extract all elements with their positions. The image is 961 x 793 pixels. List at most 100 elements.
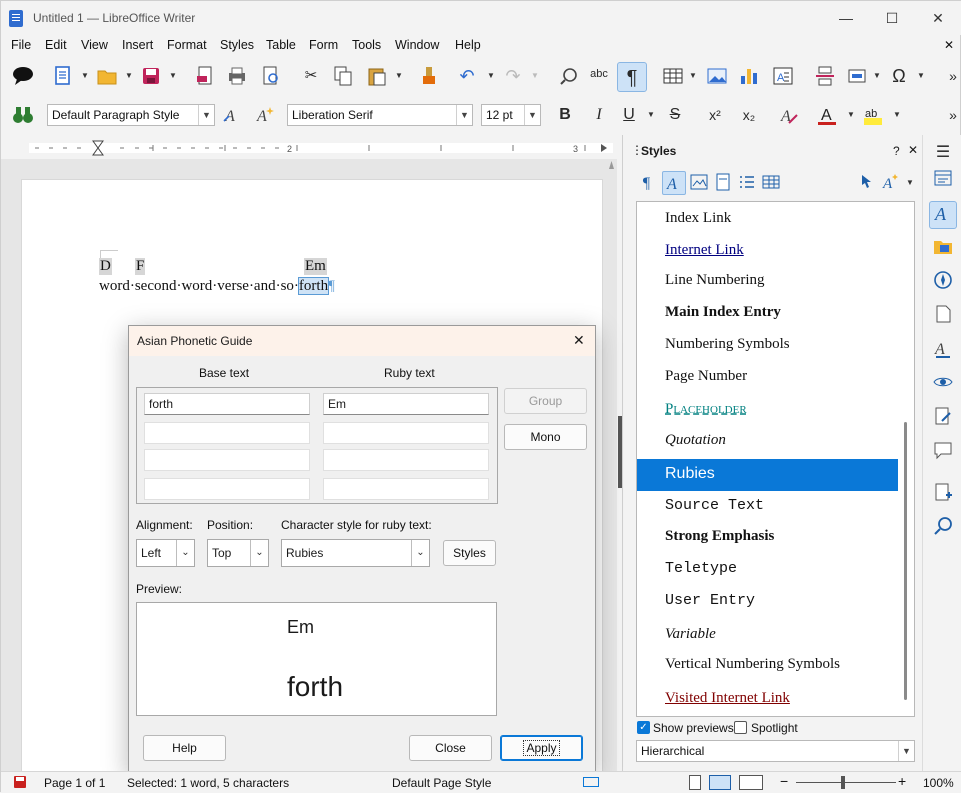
new-document-icon[interactable] (51, 64, 75, 88)
style-item-numbering-symbols[interactable]: Numbering Symbols (665, 336, 790, 353)
export-pdf-icon[interactable] (193, 64, 217, 88)
paste-icon[interactable] (365, 64, 389, 88)
comments-icon[interactable] (929, 439, 957, 467)
chevron-down-icon[interactable]: ▼ (456, 105, 472, 125)
strikethrough-button[interactable]: S (663, 103, 687, 127)
insert-table-icon[interactable] (661, 64, 685, 88)
style-item-source-text[interactable]: Source Text (665, 497, 764, 514)
save-dropdown-icon[interactable]: ▼ (169, 64, 177, 88)
insert-image-icon[interactable] (705, 64, 729, 88)
paragraph-styles-icon[interactable]: ¶ (638, 171, 662, 195)
menu-styles[interactable]: Styles (220, 38, 254, 52)
highlight-color-icon[interactable]: ab (861, 103, 885, 127)
open-dropdown-icon[interactable]: ▼ (125, 64, 133, 88)
close-window-button[interactable]: ✕ (915, 1, 961, 35)
style-item-quotation[interactable]: Quotation (665, 432, 726, 449)
formatting-marks-icon[interactable]: ¶ (617, 62, 647, 92)
font-name-combo[interactable]: Liberation Serif ▼ (287, 104, 473, 126)
zoom-slider-track[interactable] (796, 782, 896, 783)
redo-icon[interactable]: ↷ (501, 64, 525, 88)
italic-button[interactable]: I (587, 103, 611, 127)
insert-chart-icon[interactable] (737, 64, 761, 88)
chevron-down-icon[interactable]: ⌄ (250, 540, 268, 566)
chevron-down-icon[interactable]: ▼ (198, 105, 214, 125)
menu-insert[interactable]: Insert (122, 38, 153, 52)
page-count[interactable]: Page 1 of 1 (44, 776, 105, 790)
spelling-icon[interactable]: abc (587, 62, 611, 86)
close-document-button[interactable]: ✕ (944, 38, 954, 52)
close-button[interactable]: Close (409, 735, 492, 761)
new-dropdown-icon[interactable]: ▼ (81, 64, 89, 88)
clone-formatting-icon[interactable] (417, 64, 441, 88)
design-icon[interactable] (929, 481, 957, 509)
char-style-select[interactable]: Rubies ⌄ (281, 539, 430, 567)
cut-icon[interactable]: ✂ (299, 64, 323, 88)
style-actions-dropdown-icon[interactable]: ▼ (906, 171, 914, 195)
speech-bubble-icon[interactable] (11, 64, 35, 88)
style-item-vertical-numbering-symbols[interactable]: Vertical Numbering Symbols (665, 656, 840, 673)
spotlight-checkbox[interactable] (734, 721, 747, 734)
zoom-percentage[interactable]: 100% (923, 776, 954, 790)
open-folder-icon[interactable] (95, 64, 119, 88)
accessibility-check-icon[interactable] (929, 371, 957, 399)
menu-help[interactable]: Help (455, 38, 481, 52)
zoom-slider-handle[interactable] (841, 776, 845, 789)
subscript-button[interactable]: x₂ (737, 103, 761, 127)
page-styles-icon[interactable] (711, 171, 735, 195)
gallery-icon[interactable] (929, 235, 957, 263)
print-preview-icon[interactable] (259, 64, 283, 88)
binoculars-icon[interactable] (11, 103, 35, 127)
base-text-field-1[interactable]: forth (144, 393, 310, 415)
chevron-down-icon[interactable]: ▼ (524, 105, 540, 125)
insert-table-dropdown-icon[interactable]: ▼ (689, 64, 697, 88)
list-styles-icon[interactable] (735, 171, 759, 195)
styles-button[interactable]: Styles (443, 540, 496, 566)
undo-icon[interactable]: ↶ (455, 64, 479, 88)
navigator-icon[interactable] (929, 269, 957, 297)
toolbar-overflow-icon[interactable]: » (941, 64, 961, 88)
page-style-status[interactable]: Default Page Style (392, 776, 491, 790)
style-item-teletype[interactable]: Teletype (665, 560, 737, 577)
chevron-down-icon[interactable]: ⌄ (176, 540, 194, 566)
character-styles-icon[interactable]: A (662, 171, 686, 195)
style-item-visited-internet-link[interactable]: Visited Internet Link (665, 690, 790, 707)
scroll-up-icon[interactable] (609, 161, 614, 169)
style-item-variable[interactable]: Variable (665, 626, 716, 643)
minimize-button[interactable]: — (823, 1, 869, 35)
selected-word[interactable]: forth (297, 277, 330, 295)
menu-table[interactable]: Table (266, 38, 296, 52)
highlight-dropdown-icon[interactable]: ▼ (893, 103, 901, 127)
dialog-close-button[interactable]: ✕ (573, 332, 585, 349)
bold-button[interactable]: B (553, 103, 577, 127)
superscript-button[interactable]: x² (703, 103, 727, 127)
style-item-page-number[interactable]: Page Number (665, 368, 747, 385)
style-actions-icon[interactable]: A (879, 171, 903, 195)
base-text-field-4[interactable] (144, 478, 310, 500)
menu-tools[interactable]: Tools (352, 38, 381, 52)
show-previews-checkbox[interactable]: ✓ (637, 721, 650, 734)
format-toolbar-overflow-icon[interactable]: » (941, 103, 961, 127)
styles-list[interactable]: Index Link Internet Link Line Numbering … (636, 201, 915, 717)
style-item-main-index-entry[interactable]: Main Index Entry (665, 304, 781, 321)
menu-edit[interactable]: Edit (45, 38, 67, 52)
chevron-down-icon[interactable]: ▼ (898, 741, 914, 761)
undo-dropdown-icon[interactable]: ▼ (487, 64, 495, 88)
ruby-text-field-3[interactable] (323, 449, 489, 471)
underline-dropdown-icon[interactable]: ▼ (647, 103, 655, 127)
table-styles-icon[interactable] (759, 171, 783, 195)
paste-dropdown-icon[interactable]: ▼ (395, 64, 403, 88)
styles-help-button[interactable]: ? (893, 144, 900, 158)
zoom-out-button[interactable]: − (780, 773, 788, 789)
font-color-dropdown-icon[interactable]: ▼ (847, 103, 855, 127)
menu-window[interactable]: Window (395, 38, 439, 52)
sidebar-menu-icon[interactable]: ☰ (929, 139, 957, 167)
font-color-icon[interactable]: A (815, 103, 839, 127)
mono-button[interactable]: Mono (504, 424, 587, 450)
fill-format-icon[interactable] (855, 171, 879, 195)
single-page-view-icon[interactable] (689, 775, 701, 790)
style-item-user-entry[interactable]: User Entry (665, 592, 755, 609)
menu-format[interactable]: Format (167, 38, 207, 52)
insert-textbox-icon[interactable]: A (771, 64, 795, 88)
ruby-text-field-4[interactable] (323, 478, 489, 500)
find-replace-icon[interactable] (557, 64, 581, 88)
